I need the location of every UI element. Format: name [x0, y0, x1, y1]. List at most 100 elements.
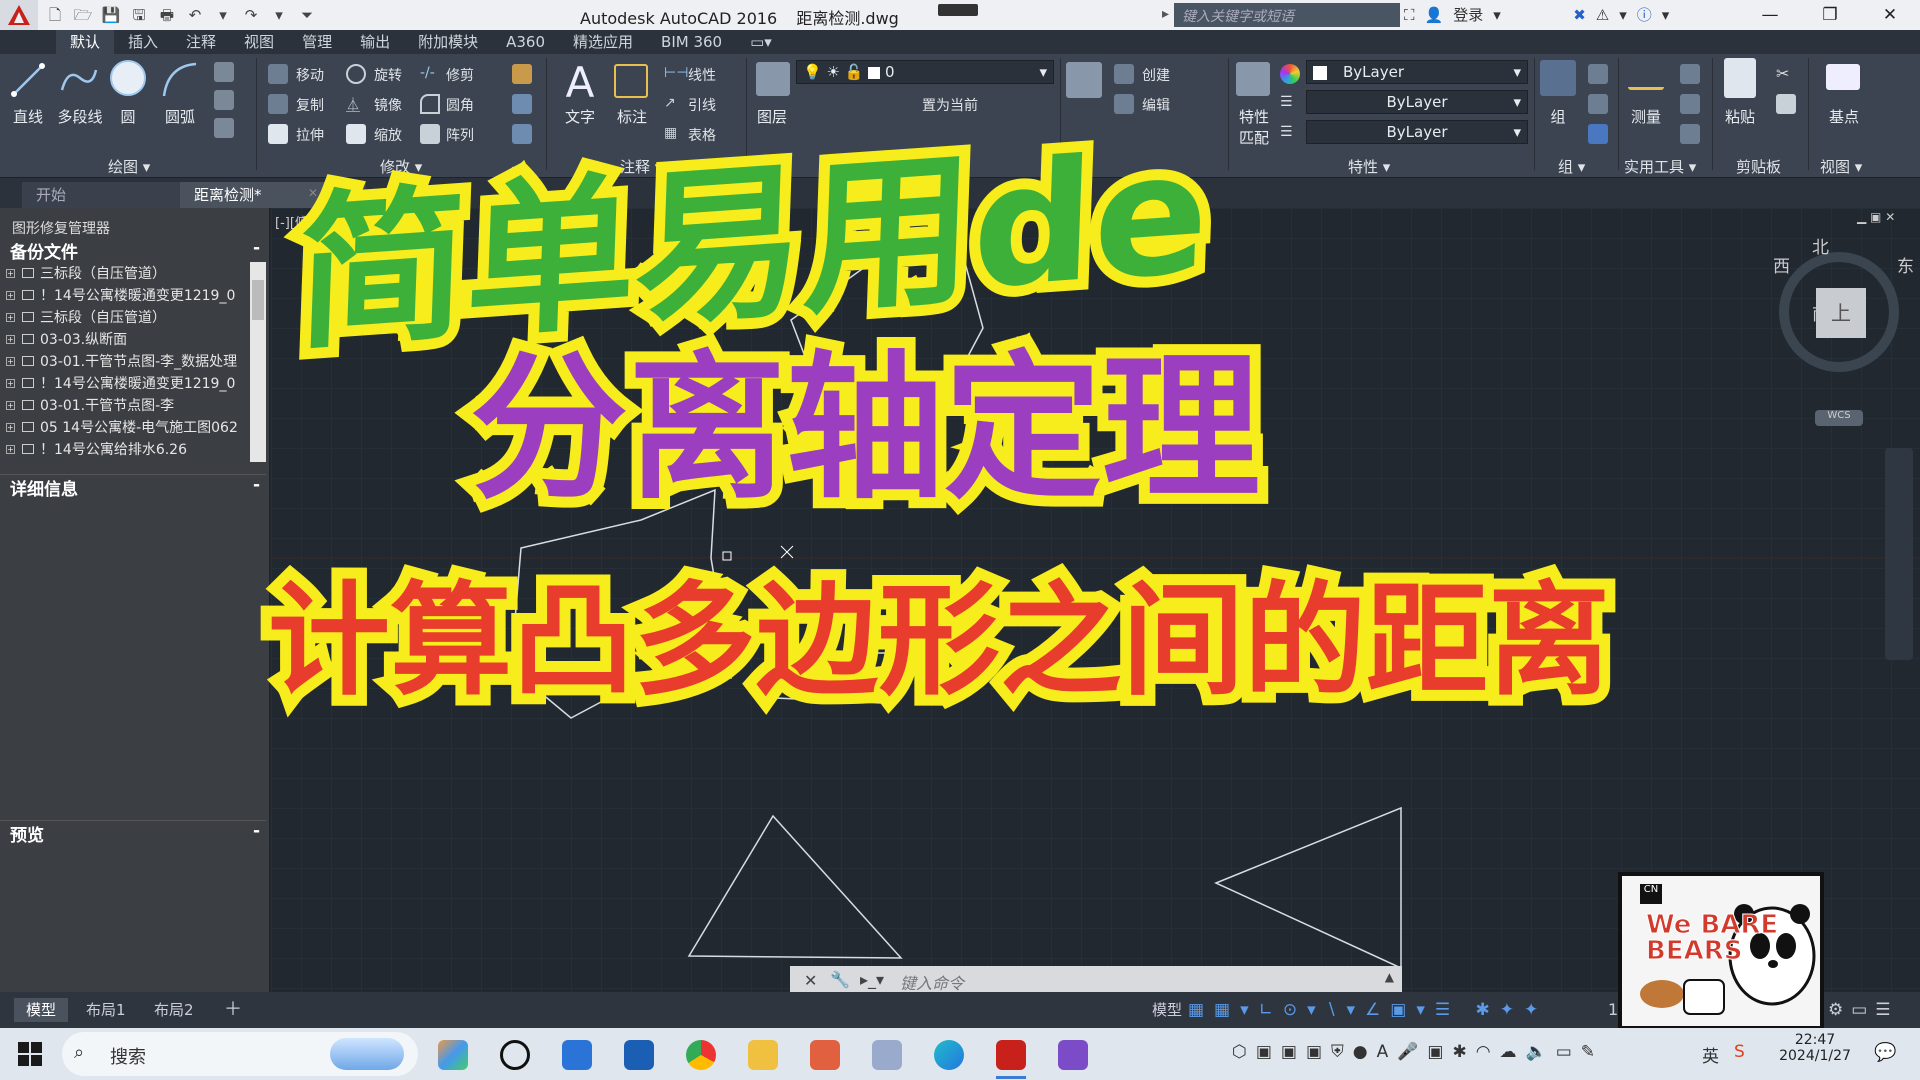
- undo-icon[interactable]: ↶: [184, 4, 206, 26]
- close-icon[interactable]: ✕: [1860, 0, 1920, 30]
- login-dropdown-icon[interactable]: ▾: [1493, 6, 1563, 24]
- list-item[interactable]: + ！14号公寓楼暖通变更1219_0: [0, 373, 250, 395]
- list-item[interactable]: + ！14号公寓楼暖通变更1219_0: [0, 285, 250, 307]
- ribbon-options-icon[interactable]: ▭▾: [736, 30, 786, 54]
- linear-button[interactable]: 线性: [688, 65, 716, 85]
- create-block-button[interactable]: 创建: [1142, 65, 1170, 85]
- system-tray-icons[interactable]: ⬡▣▣▣⛨●A🎤▣✱◠☁🔈▭✎: [1232, 1042, 1604, 1062]
- color-dropdown[interactable]: ByLayer ▾: [1306, 60, 1528, 84]
- add-layout-icon[interactable]: ＋: [212, 998, 254, 1022]
- ungroup-icon[interactable]: [1588, 64, 1608, 84]
- insert-block-icon[interactable]: [1066, 62, 1102, 98]
- list-item[interactable]: +03-01.干管节点图-李: [0, 395, 250, 417]
- expand-icon[interactable]: +: [6, 379, 15, 388]
- help-dropdown-icon[interactable]: ▾: [1619, 6, 1627, 24]
- rotate-button[interactable]: 旋转: [374, 65, 402, 85]
- details-header[interactable]: 详细信息 -: [0, 474, 266, 500]
- taskbar-search[interactable]: ⌕ 搜索: [62, 1032, 418, 1076]
- groups-panel-title[interactable]: 组 ▾: [1558, 156, 1585, 177]
- draw-panel-title[interactable]: 绘图 ▾: [108, 156, 150, 177]
- exchange-apps-icon[interactable]: ✖: [1573, 6, 1586, 24]
- group-select-icon[interactable]: [1588, 124, 1608, 144]
- explode-icon[interactable]: [512, 94, 532, 114]
- tab-layout1[interactable]: 布局1: [74, 998, 138, 1022]
- leader-button[interactable]: 引线: [688, 95, 716, 115]
- list-item[interactable]: +03-01.干管节点图-李_数据处理: [0, 351, 250, 373]
- help-menu-icon[interactable]: ▾: [1662, 6, 1670, 24]
- office-icon[interactable]: [810, 1040, 840, 1070]
- command-input[interactable]: 键入命令: [900, 970, 964, 994]
- list-scrollbar[interactable]: [250, 262, 266, 462]
- text-button[interactable]: 文字: [558, 106, 602, 127]
- save-as-icon[interactable]: 🖫: [128, 4, 150, 26]
- expand-icon[interactable]: +: [6, 423, 15, 432]
- array-button[interactable]: 阵列: [446, 125, 474, 145]
- paste-button[interactable]: 粘贴: [1718, 106, 1762, 127]
- polyline-button[interactable]: 多段线: [52, 106, 108, 127]
- erase-icon[interactable]: [512, 64, 532, 84]
- list-item[interactable]: +05 14号公寓楼-电气施工图062: [0, 417, 250, 439]
- save-icon[interactable]: 💾: [100, 4, 122, 26]
- tab-addins[interactable]: 附加模块: [404, 30, 492, 54]
- hatch-tool-icon[interactable]: [214, 90, 234, 110]
- measure-button[interactable]: 测量: [1624, 106, 1668, 127]
- move-button[interactable]: 移动: [296, 65, 324, 85]
- list-item[interactable]: +03-03.纵断面: [0, 329, 250, 351]
- edit-block-button[interactable]: 编辑: [1142, 95, 1170, 115]
- match-properties-button[interactable]: 特性 匹配: [1232, 106, 1276, 148]
- set-current-button[interactable]: 置为当前: [922, 95, 978, 115]
- model-space-toggle[interactable]: 模型: [1140, 998, 1194, 1022]
- tab-bim360[interactable]: BIM 360: [647, 30, 736, 54]
- wrench-icon[interactable]: 🔧: [830, 970, 850, 989]
- command-history-icon[interactable]: ▲: [1385, 970, 1394, 984]
- minimize-icon[interactable]: —: [1740, 0, 1800, 30]
- viewport-window-controls[interactable]: ▁ ▣ ✕: [1857, 210, 1895, 224]
- expand-icon[interactable]: +: [6, 445, 15, 454]
- visual-studio-icon[interactable]: [1058, 1040, 1088, 1070]
- group-edit-icon[interactable]: [1588, 94, 1608, 114]
- list-item[interactable]: + ！14号公寓给排水6.26: [0, 439, 250, 461]
- tab-featured-apps[interactable]: 精选应用: [559, 30, 647, 54]
- edge-icon[interactable]: [934, 1040, 964, 1070]
- restore-icon[interactable]: ❐: [1800, 0, 1860, 30]
- group-button[interactable]: 组: [1540, 106, 1576, 127]
- redo-icon[interactable]: ↷: [240, 4, 262, 26]
- stretch-button[interactable]: 拉伸: [296, 125, 324, 145]
- dell-icon[interactable]: [500, 1040, 530, 1070]
- viewcube-top-face[interactable]: 上: [1816, 288, 1866, 338]
- cut-icon[interactable]: ✂: [1776, 64, 1796, 84]
- search-expand-icon[interactable]: ▸: [1162, 6, 1169, 22]
- user-icon[interactable]: 👤: [1425, 6, 1444, 24]
- backup-files-header[interactable]: 备份文件 -: [0, 238, 266, 263]
- quick-select-icon[interactable]: [1680, 94, 1700, 114]
- command-prompt-icon[interactable]: ▸_▾: [860, 970, 884, 989]
- login-link[interactable]: 登录: [1453, 4, 1483, 25]
- line-button[interactable]: 直线: [6, 106, 50, 127]
- folder-icon[interactable]: [748, 1040, 778, 1070]
- expand-icon[interactable]: +: [6, 401, 15, 410]
- list-item[interactable]: + 三标段（自压管道）: [0, 307, 250, 329]
- expand-icon[interactable]: +: [6, 291, 15, 300]
- help-icon[interactable]: ⓘ: [1637, 4, 1652, 25]
- list-item[interactable]: + 三标段（自压管道）: [0, 263, 250, 285]
- layer-properties-button[interactable]: 图层: [750, 106, 794, 127]
- copy-button[interactable]: 复制: [296, 95, 324, 115]
- tab-annotate[interactable]: 注释: [172, 30, 230, 54]
- autocad-app-menu-button[interactable]: [0, 0, 38, 30]
- sogou-ime-icon[interactable]: S: [1734, 1042, 1745, 1062]
- utilities-panel-title[interactable]: 实用工具 ▾: [1624, 156, 1696, 177]
- offset-icon[interactable]: [512, 124, 532, 144]
- tab-model[interactable]: 模型: [14, 998, 69, 1022]
- compass-west[interactable]: 西: [1773, 252, 1790, 277]
- search-input[interactable]: 键入关键字或短语: [1174, 3, 1400, 27]
- file-explorer-icon[interactable]: [562, 1040, 592, 1070]
- redo-dropdown-icon[interactable]: ▾: [268, 4, 290, 26]
- tab-layout2[interactable]: 布局2: [142, 998, 206, 1022]
- tab-default[interactable]: 默认: [56, 30, 115, 54]
- status-right-icons[interactable]: ⚙▭☰: [1828, 1000, 1899, 1020]
- layer-dropdown[interactable]: 💡 ☀ 🔓 0 ▾: [796, 60, 1054, 84]
- navigation-bar[interactable]: [1885, 448, 1913, 660]
- properties-panel-title[interactable]: 特性 ▾: [1348, 156, 1390, 177]
- binoculars-icon[interactable]: ⛶: [1404, 6, 1415, 24]
- collapse-icon[interactable]: -: [253, 821, 260, 841]
